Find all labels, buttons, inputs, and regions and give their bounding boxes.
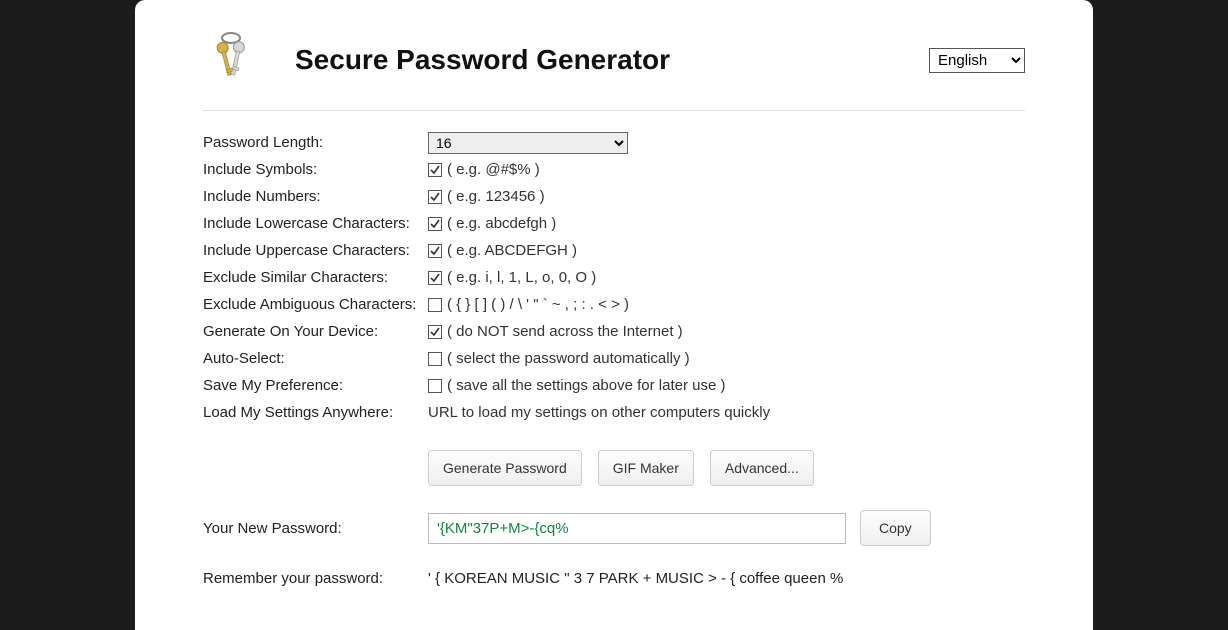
load-anywhere-hint: URL to load my settings on other compute…	[428, 404, 770, 421]
gif-maker-button[interactable]: GIF Maker	[598, 450, 694, 486]
uppercase-label: Include Uppercase Characters:	[203, 242, 428, 259]
numbers-hint: ( e.g. 123456 )	[447, 188, 545, 205]
password-output[interactable]	[428, 513, 846, 544]
exclude-ambiguous-hint: ( { } [ ] ( ) / \ ' " ` ~ , ; : . < > )	[447, 296, 629, 313]
new-password-label: Your New Password:	[203, 520, 428, 537]
exclude-similar-hint: ( e.g. i, l, 1, L, o, 0, O )	[447, 269, 596, 286]
header: Secure Password Generator English	[203, 28, 1025, 111]
save-pref-checkbox[interactable]	[428, 379, 442, 393]
symbols-checkbox[interactable]	[428, 163, 442, 177]
lowercase-hint: ( e.g. abcdefgh )	[447, 215, 556, 232]
language-select[interactable]: English	[929, 48, 1025, 73]
copy-button[interactable]: Copy	[860, 510, 931, 546]
uppercase-checkbox[interactable]	[428, 244, 442, 258]
page-title: Secure Password Generator	[295, 44, 929, 76]
mnemonic-text: ' { KOREAN MUSIC " 3 7 PARK + MUSIC > - …	[428, 570, 1025, 587]
uppercase-hint: ( e.g. ABCDEFGH )	[447, 242, 577, 259]
exclude-ambiguous-label: Exclude Ambiguous Characters:	[203, 296, 428, 313]
save-pref-hint: ( save all the settings above for later …	[447, 377, 725, 394]
numbers-checkbox[interactable]	[428, 190, 442, 204]
exclude-similar-checkbox[interactable]	[428, 271, 442, 285]
symbols-label: Include Symbols:	[203, 161, 428, 178]
generate-button[interactable]: Generate Password	[428, 450, 582, 486]
symbols-hint: ( e.g. @#$% )	[447, 161, 540, 178]
advanced-button[interactable]: Advanced...	[710, 450, 814, 486]
lowercase-checkbox[interactable]	[428, 217, 442, 231]
generate-local-checkbox[interactable]	[428, 325, 442, 339]
auto-select-checkbox[interactable]	[428, 352, 442, 366]
auto-select-hint: ( select the password automatically )	[447, 350, 690, 367]
exclude-similar-label: Exclude Similar Characters:	[203, 269, 428, 286]
generate-local-label: Generate On Your Device:	[203, 323, 428, 340]
mnemonic-label: Remember your password:	[203, 570, 428, 587]
lowercase-label: Include Lowercase Characters:	[203, 215, 428, 232]
auto-select-label: Auto-Select:	[203, 350, 428, 367]
length-select[interactable]: 16	[428, 132, 628, 154]
keys-icon	[203, 28, 259, 92]
load-anywhere-label: Load My Settings Anywhere:	[203, 404, 428, 421]
generate-local-hint: ( do NOT send across the Internet )	[447, 323, 683, 340]
length-label: Password Length:	[203, 134, 428, 151]
exclude-ambiguous-checkbox[interactable]	[428, 298, 442, 312]
save-pref-label: Save My Preference:	[203, 377, 428, 394]
numbers-label: Include Numbers:	[203, 188, 428, 205]
